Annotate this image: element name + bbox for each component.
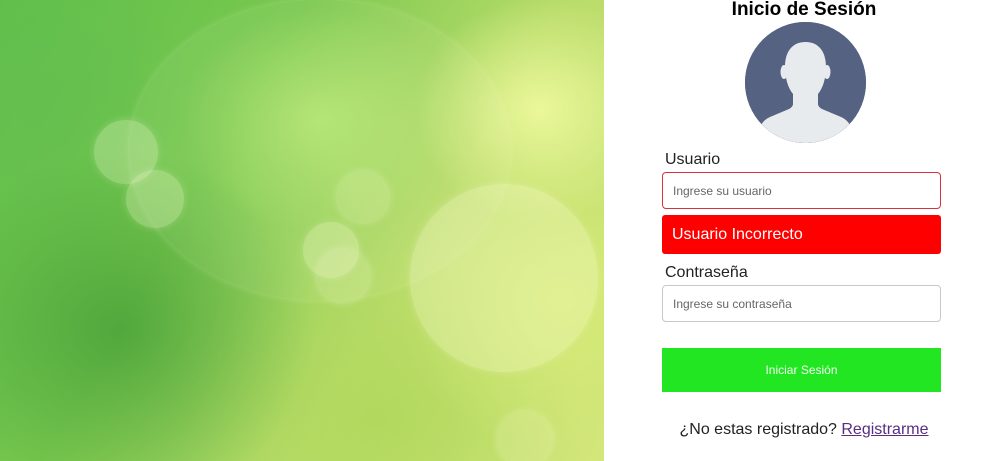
login-page: Inicio de Sesión Usuario Usuario Incorre… — [0, 0, 1004, 461]
password-label: Contraseña — [665, 264, 748, 281]
username-input[interactable] — [662, 172, 941, 209]
user-silhouette-icon — [745, 22, 866, 143]
password-input[interactable] — [662, 285, 941, 322]
username-label: Usuario — [665, 151, 721, 168]
bokeh-circle — [130, 0, 510, 300]
user-avatar-icon — [745, 22, 866, 143]
bokeh-circle — [496, 410, 554, 461]
background-image — [0, 0, 604, 461]
register-prompt-text: ¿No estas registrado? — [679, 421, 837, 438]
error-alert: Usuario Incorrecto — [662, 215, 941, 254]
page-title: Inicio de Sesión — [731, 0, 877, 20]
register-prompt: ¿No estas registrado? Registrarme — [604, 421, 1004, 439]
register-link[interactable]: Registrarme — [841, 421, 928, 438]
login-button[interactable]: Iniciar Sesión — [662, 348, 941, 392]
login-panel: Inicio de Sesión Usuario Usuario Incorre… — [604, 0, 1004, 461]
